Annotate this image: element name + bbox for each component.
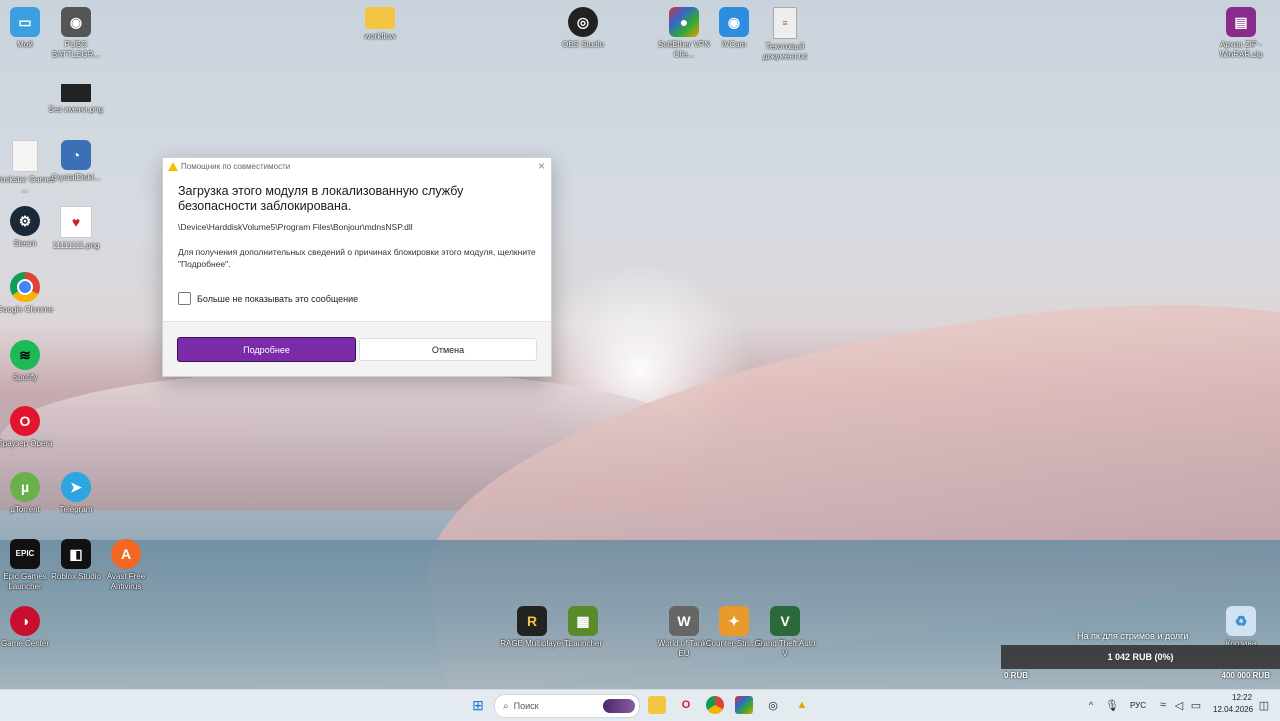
donation-goal-max: 400 000 RUB xyxy=(1221,671,1270,680)
opera-taskbar-icon[interactable]: O xyxy=(677,696,695,714)
clock-date[interactable]: 12.04.2026 xyxy=(1213,705,1253,714)
softether-icon: ● xyxy=(669,7,699,37)
desktop-icon-pubg[interactable]: ◉ PUBG BATTLEGR... xyxy=(44,7,108,60)
desktop-icon-obs[interactable]: ◎ OBS Studio xyxy=(551,7,615,50)
donation-goal-bar: 1 042 RUB (0%) xyxy=(1001,645,1280,669)
steam-icon: ⚙ xyxy=(10,206,40,236)
cs2-icon: ✦ xyxy=(719,606,749,636)
file-explorer-icon[interactable] xyxy=(648,696,666,714)
desktop-icon-avast[interactable]: A Avast Free Antivirus xyxy=(94,539,158,592)
compatibility-dialog: Помощник по совместимости × Загрузка это… xyxy=(162,157,552,377)
donation-goal-min: 0 RUB xyxy=(1004,671,1029,680)
desktop-icon-image-11111111[interactable]: ♥ 11111111.png xyxy=(44,206,108,251)
wot-icon: W xyxy=(669,606,699,636)
close-icon[interactable]: × xyxy=(538,159,545,173)
epic-icon: EPIC xyxy=(10,539,40,569)
module-path: \Device\HarddiskVolume5\Program Files\Bo… xyxy=(178,222,413,232)
dont-show-again-checkbox[interactable]: Больше не показывать это сообщение xyxy=(178,292,358,305)
warning-taskbar-icon[interactable]: ▲ xyxy=(793,696,811,714)
start-windows-icon[interactable]: ⊞ xyxy=(469,696,487,714)
input-language[interactable]: РУС xyxy=(1130,701,1146,710)
desktop-icon-winrar[interactable]: ▤ Архив ZIP - WinRAR.zip xyxy=(1209,7,1273,60)
desktop-icon-crystaldisk[interactable]: ◔ CrystalDiskI... xyxy=(44,140,108,183)
tlauncher-icon: ▦ xyxy=(568,606,598,636)
obs-icon: ◎ xyxy=(568,7,598,37)
rage-icon: R xyxy=(517,606,547,636)
desktop-icon-chrome[interactable]: Google Chrome xyxy=(0,272,57,315)
dialog-footer: Подробнее Отмена xyxy=(163,321,551,376)
checkbox-label: Больше не показывать это сообщение xyxy=(197,293,359,304)
search-placeholder: Поиск xyxy=(513,701,539,711)
cancel-button[interactable]: Отмена xyxy=(359,338,537,361)
dialog-info-text: Для получения дополнительных сведений о … xyxy=(178,247,536,269)
folder-icon xyxy=(365,7,395,29)
image-icon: ♥ xyxy=(60,206,92,238)
desktop-icon-recycle-bin[interactable]: ♻ Корзина xyxy=(1209,606,1273,649)
gamecenter-icon: ◑ xyxy=(10,606,40,636)
search-icon: ⌕ xyxy=(503,700,509,712)
donation-goal-title: На пк для стримов и долги xyxy=(1077,631,1189,641)
roblox-icon: ◧ xyxy=(61,539,91,569)
battery-icon[interactable]: ▭ xyxy=(1187,696,1205,714)
warning-icon xyxy=(168,162,178,171)
monitor-icon: ▭ xyxy=(10,7,40,37)
taskbar: ⊞ ⌕ Поиск O ◎ ▲ ^ 🎙︎ РУС ≈ ◁ ▭ 12:22 12.… xyxy=(0,689,1280,721)
opera-icon: O xyxy=(10,406,40,436)
file-icon xyxy=(12,140,38,172)
donation-goal-value: 1 042 RUB (0%) xyxy=(1107,652,1174,662)
pubg-icon: ◉ xyxy=(61,7,91,37)
text-file-icon: ≡ xyxy=(773,7,797,39)
desktop-icon-workflow-folder[interactable]: workflow xyxy=(348,7,412,42)
desktop-icon-game-center[interactable]: ◑ Game Center xyxy=(0,606,57,649)
ivcam-icon: ◉ xyxy=(719,7,749,37)
notification-icon[interactable]: ◫ xyxy=(1255,696,1273,714)
crystaldisk-icon: ◔ xyxy=(61,140,91,170)
volume-icon[interactable]: ◁ xyxy=(1170,696,1188,714)
recycle-bin-icon: ♻ xyxy=(1226,606,1256,636)
chrome-taskbar-icon[interactable] xyxy=(706,696,724,714)
telegram-icon: ➤ xyxy=(61,472,91,502)
gta-icon: V xyxy=(770,606,800,636)
microphone-icon[interactable]: 🎙︎ xyxy=(1103,696,1121,714)
obs-taskbar-icon[interactable]: ◎ xyxy=(764,696,782,714)
softether-taskbar-icon[interactable] xyxy=(735,696,753,714)
search-highlight-icon xyxy=(603,699,635,713)
desktop-icon-tlauncher[interactable]: ▦ TLauncher xyxy=(551,606,615,649)
spotify-icon: ≋ xyxy=(10,340,40,370)
checkbox-box[interactable] xyxy=(178,292,191,305)
image-icon xyxy=(61,84,91,102)
desktop-icon-text-document[interactable]: ≡ Текстовый документ.txt xyxy=(753,7,817,62)
winrar-icon: ▤ xyxy=(1226,7,1256,37)
desktop-icon-image-noname[interactable]: Без имени.png xyxy=(44,84,108,115)
chevron-up-icon[interactable]: ^ xyxy=(1082,696,1100,714)
desktop-icon-opera[interactable]: O Браузер Opera xyxy=(0,406,57,449)
taskbar-search[interactable]: ⌕ Поиск xyxy=(494,694,640,718)
clock-time[interactable]: 12:22 xyxy=(1232,693,1252,702)
desktop-icon-gta-v[interactable]: V Grand Theft Auto V xyxy=(753,606,817,659)
dialog-heading: Загрузка этого модуля в локализованную с… xyxy=(178,184,464,213)
chrome-icon xyxy=(10,272,40,302)
details-button[interactable]: Подробнее xyxy=(177,337,356,362)
desktop-icon-spotify[interactable]: ≋ Spotify xyxy=(0,340,57,383)
dialog-title: Помощник по совместимости xyxy=(181,162,291,171)
avast-icon: A xyxy=(111,539,141,569)
desktop-icon-telegram[interactable]: ➤ Telegram xyxy=(44,472,108,515)
utorrent-icon: µ xyxy=(10,472,40,502)
